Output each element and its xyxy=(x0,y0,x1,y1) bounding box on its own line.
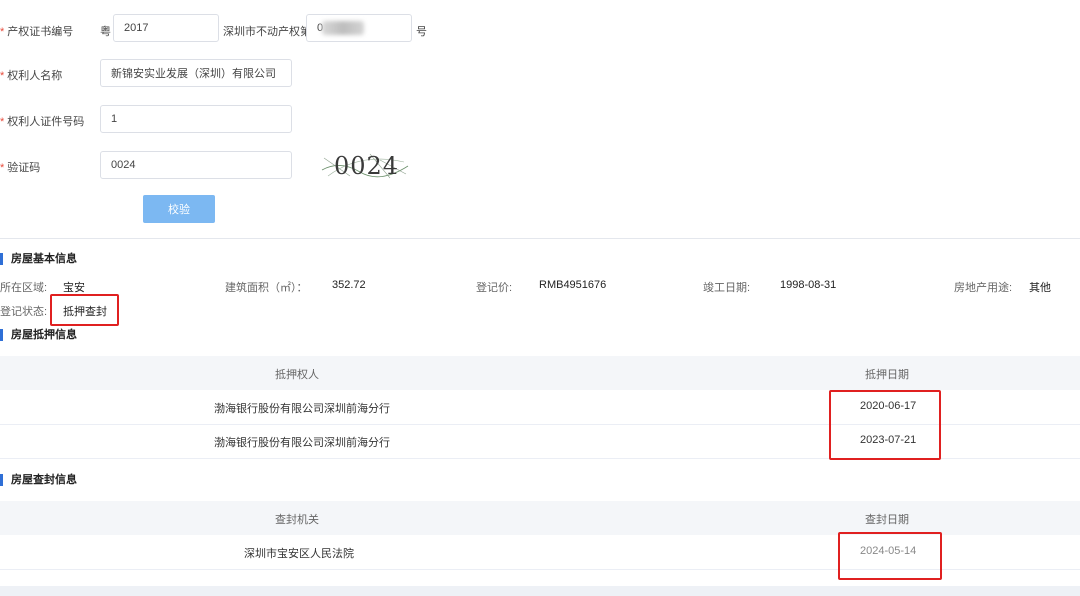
seizure-authority-cell: 深圳市宝安区人民法院 xyxy=(244,548,354,560)
verify-button[interactable]: 校验 xyxy=(143,195,215,223)
status-label: 登记状态: xyxy=(0,306,48,318)
captcha-label: * 验证码 xyxy=(0,162,41,174)
owner-id-input[interactable] xyxy=(100,105,292,133)
mortgage-date-highlight-box xyxy=(829,390,941,460)
area-value: 352.72 xyxy=(332,279,366,291)
mortgage-holder-header: 抵押权人 xyxy=(275,369,319,381)
owner-name-input[interactable] xyxy=(100,59,292,87)
price-label: 登记价: xyxy=(476,282,513,294)
mortgage-date-header: 抵押日期 xyxy=(865,369,909,381)
mortgage-info-title: 房屋抵押信息 xyxy=(0,329,77,341)
basic-info-title: 房屋基本信息 xyxy=(0,253,77,265)
page-footer-strip xyxy=(0,586,1080,596)
property-use-label: 房地产用途: xyxy=(954,282,1013,294)
area-label: 建筑面积（㎡）： xyxy=(225,282,308,294)
status-highlight-box xyxy=(50,294,119,326)
cert-year-input[interactable] xyxy=(113,14,219,42)
cert-number-label: * 产权证书编号 xyxy=(0,26,74,38)
seizure-date-highlight-box xyxy=(838,532,942,580)
captcha-text: 0024 xyxy=(334,152,400,180)
owner-id-label: * 权利人证件号码 xyxy=(0,116,85,128)
district-label: 所在区域: xyxy=(0,282,48,294)
redaction-blur xyxy=(322,21,364,35)
seizure-info-title: 房屋查封信息 xyxy=(0,474,77,486)
price-value: RMB4951676 xyxy=(539,279,607,291)
completion-date-label: 竣工日期: xyxy=(703,282,751,294)
cert-mid-label: 深圳市不动产权第 xyxy=(223,26,311,38)
district-value: 宝安 xyxy=(63,282,85,294)
owner-name-label: * 权利人名称 xyxy=(0,70,63,82)
captcha-input[interactable] xyxy=(100,151,292,179)
seizure-date-header: 查封日期 xyxy=(865,514,909,526)
seizure-authority-header: 查封机关 xyxy=(275,514,319,526)
mortgage-table-header: 抵押权人 抵押日期 xyxy=(0,356,1080,390)
cert-suffix: 号 xyxy=(416,26,427,38)
captcha-image[interactable]: 0024 xyxy=(320,148,410,182)
completion-date-value: 1998-08-31 xyxy=(780,279,837,291)
cert-prefix: 粤 xyxy=(100,26,111,38)
mortgage-holder-cell: 渤海银行股份有限公司深圳前海分行 xyxy=(214,403,390,415)
mortgage-holder-cell: 渤海银行股份有限公司深圳前海分行 xyxy=(214,437,390,449)
form-divider xyxy=(0,238,1080,239)
property-use-value: 其他 xyxy=(1029,282,1051,294)
seizure-table-header: 查封机关 查封日期 xyxy=(0,501,1080,535)
